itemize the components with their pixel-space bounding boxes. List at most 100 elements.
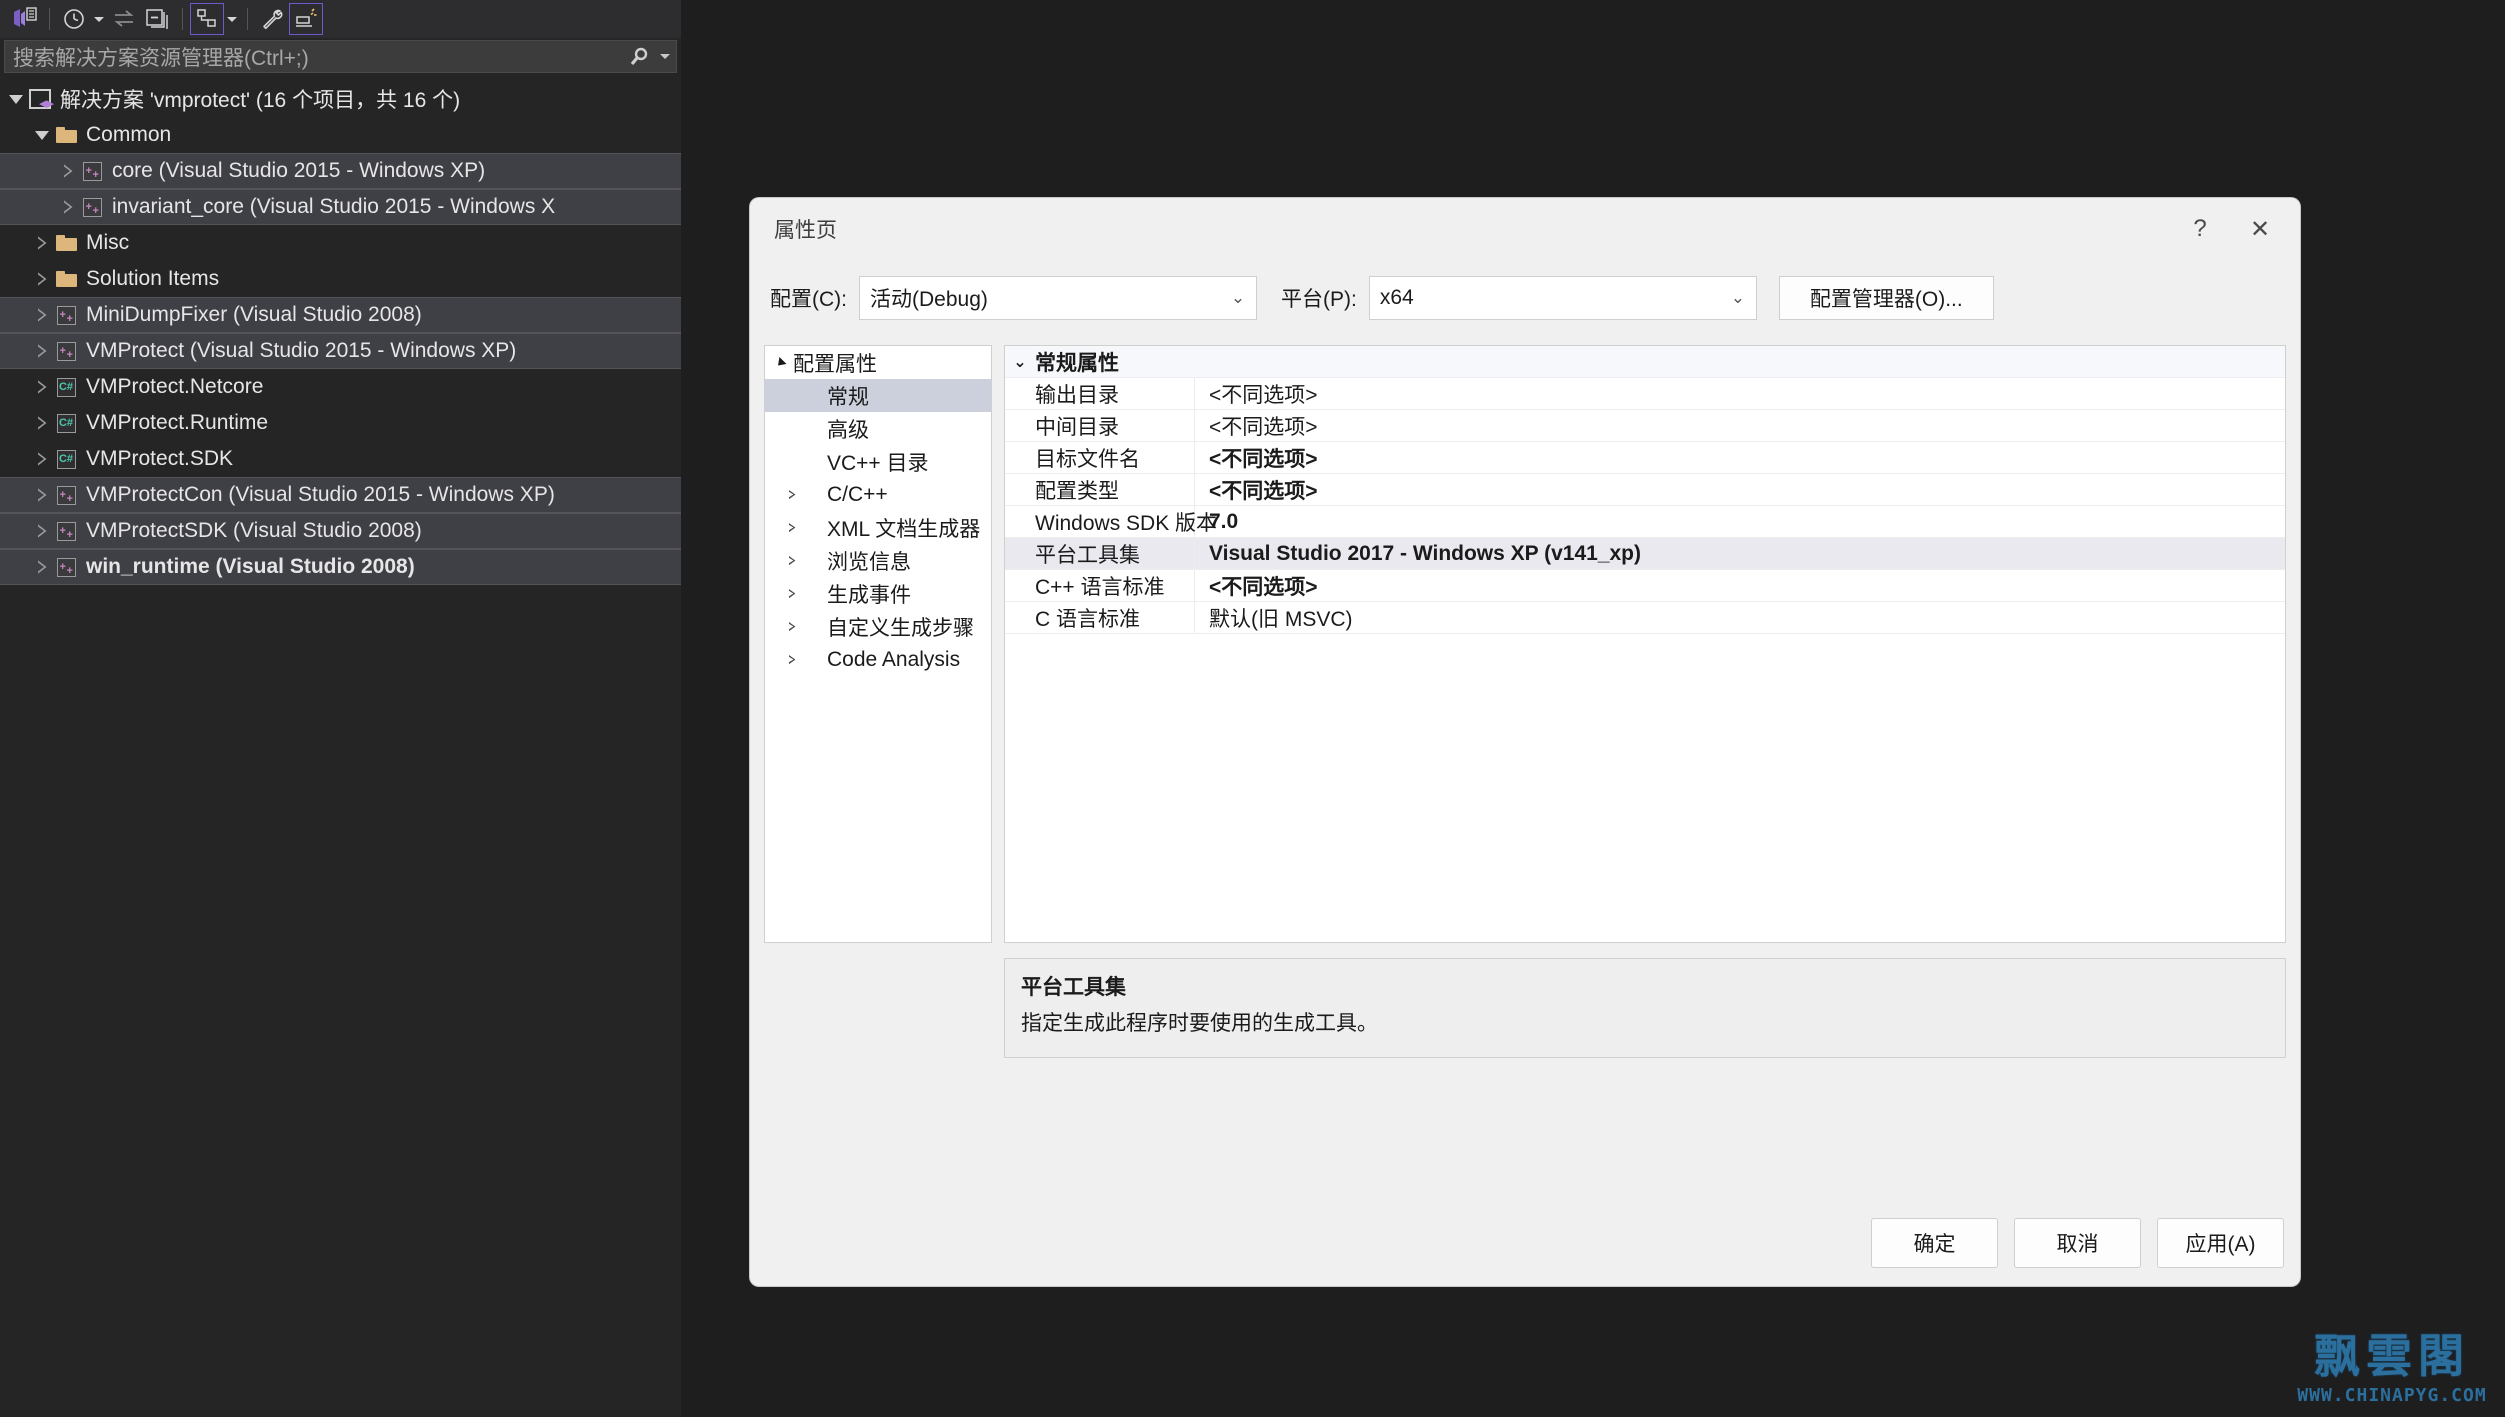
dialog-nav-item[interactable]: Code Analysis: [765, 643, 991, 676]
tree-item[interactable]: C# VMProtect.Runtime: [0, 405, 681, 441]
tree-item[interactable]: Misc: [0, 225, 681, 261]
clock-icon[interactable]: [57, 3, 91, 35]
expander-closed-icon[interactable]: [64, 164, 73, 178]
property-value[interactable]: 默认(旧 MSVC): [1195, 602, 2285, 633]
chevron-down-icon[interactable]: ⌄: [1720, 288, 1756, 308]
dialog-nav-item[interactable]: XML 文档生成器: [765, 511, 991, 544]
expander-closed-icon[interactable]: [38, 452, 47, 466]
tree-item[interactable]: + + core (Visual Studio 2015 - Windows XP): [0, 153, 681, 189]
property-row[interactable]: 目标文件名 <不同选项>: [1005, 442, 2285, 474]
tree-expander[interactable]: [58, 189, 78, 225]
nav-expander-icon[interactable]: [781, 622, 803, 632]
show-all-files-dropdown-icon[interactable]: [224, 3, 240, 35]
expander-closed-icon[interactable]: [38, 308, 47, 322]
expander-closed-icon[interactable]: [38, 344, 47, 358]
nav-expander-icon[interactable]: [781, 655, 803, 665]
tree-expander[interactable]: [6, 81, 26, 117]
property-value[interactable]: <不同选项>: [1195, 410, 2285, 441]
search-icon[interactable]: [624, 46, 654, 68]
tree-expander[interactable]: [32, 441, 52, 477]
nav-expander-icon[interactable]: [769, 356, 791, 369]
nav-expander-icon[interactable]: [781, 523, 803, 533]
tree-expander[interactable]: [32, 369, 52, 405]
expander-closed-icon[interactable]: [38, 488, 47, 502]
nav-expander-icon[interactable]: [781, 490, 803, 500]
expander-closed-icon[interactable]: [38, 560, 47, 574]
tree-item[interactable]: + + VMProtectSDK (Visual Studio 2008): [0, 513, 681, 549]
expander-closed-icon[interactable]: [38, 272, 47, 286]
tree-expander[interactable]: [32, 405, 52, 441]
property-value[interactable]: <不同选项>: [1195, 378, 2285, 409]
property-row[interactable]: 配置类型 <不同选项>: [1005, 474, 2285, 506]
apply-button[interactable]: 应用(A): [2157, 1218, 2284, 1268]
expander-closed-icon[interactable]: [38, 416, 47, 430]
tree-item[interactable]: Common: [0, 117, 681, 153]
wrench-icon[interactable]: [255, 3, 289, 35]
tree-item[interactable]: + + win_runtime (Visual Studio 2008): [0, 549, 681, 585]
property-row[interactable]: 中间目录 <不同选项>: [1005, 410, 2285, 442]
property-value[interactable]: <不同选项>: [1195, 442, 2285, 473]
property-value[interactable]: <不同选项>: [1195, 570, 2285, 601]
expander-open-icon[interactable]: [9, 94, 23, 104]
expander-closed-icon[interactable]: [64, 200, 73, 214]
show-all-files-icon[interactable]: [190, 3, 224, 35]
platform-combobox[interactable]: x64 ⌄: [1368, 276, 1757, 320]
property-row[interactable]: Windows SDK 版本 7.0: [1005, 506, 2285, 538]
expander-closed-icon[interactable]: [38, 380, 47, 394]
clock-dropdown-icon[interactable]: [91, 3, 107, 35]
search-input[interactable]: 搜索解决方案资源管理器(Ctrl+;): [4, 40, 677, 73]
tree-item[interactable]: Solution Items: [0, 261, 681, 297]
tree-expander[interactable]: [32, 117, 52, 153]
tree-expander[interactable]: [32, 477, 52, 513]
dialog-nav-item[interactable]: 自定义生成步骤: [765, 610, 991, 643]
property-value[interactable]: 7.0: [1195, 506, 2285, 537]
help-button[interactable]: ?: [2172, 198, 2228, 260]
configuration-combobox[interactable]: 活动(Debug) ⌄: [859, 276, 1257, 320]
sync-icon[interactable]: [107, 3, 141, 35]
tree-item[interactable]: + + invariant_core (Visual Studio 2015 - W…: [0, 189, 681, 225]
dialog-nav-item[interactable]: 生成事件: [765, 577, 991, 610]
tree-expander[interactable]: [32, 513, 52, 549]
tree-item[interactable]: ◂▸ 解决方案 'vmprotect' (16 个项目，共 16 个): [0, 81, 681, 117]
tree-item[interactable]: C# VMProtect.SDK: [0, 441, 681, 477]
collapse-all-icon[interactable]: [141, 3, 175, 35]
tree-item[interactable]: + + VMProtectCon (Visual Studio 2015 - Win…: [0, 477, 681, 513]
tree-item[interactable]: + + VMProtect (Visual Studio 2015 - Window…: [0, 333, 681, 369]
tree-expander[interactable]: [32, 297, 52, 333]
property-value[interactable]: <不同选项>: [1195, 474, 2285, 505]
dialog-nav-item[interactable]: VC++ 目录: [765, 445, 991, 478]
dialog-nav-item[interactable]: C/C++: [765, 478, 991, 511]
property-row[interactable]: C 语言标准 默认(旧 MSVC): [1005, 602, 2285, 634]
chevron-down-icon[interactable]: ⌄: [1220, 288, 1256, 308]
dialog-nav-item[interactable]: 高级: [765, 412, 991, 445]
search-options-dropdown-icon[interactable]: [654, 54, 676, 59]
property-category-header[interactable]: ⌄ 常规属性: [1005, 346, 2285, 378]
tree-expander[interactable]: [32, 549, 52, 585]
expander-open-icon[interactable]: [35, 130, 49, 140]
property-row[interactable]: 平台工具集 Visual Studio 2017 - Windows XP (v1…: [1005, 538, 2285, 570]
configuration-manager-button[interactable]: 配置管理器(O)...: [1778, 276, 1994, 320]
nav-expander-icon[interactable]: [781, 556, 803, 566]
property-row[interactable]: 输出目录 <不同选项>: [1005, 378, 2285, 410]
tree-item[interactable]: + + MiniDumpFixer (Visual Studio 2008): [0, 297, 681, 333]
tree-expander[interactable]: [32, 261, 52, 297]
nav-expander-icon[interactable]: [781, 589, 803, 599]
close-icon[interactable]: ✕: [2228, 198, 2292, 260]
expander-closed-icon[interactable]: [38, 524, 47, 538]
cancel-button[interactable]: 取消: [2014, 1218, 2141, 1268]
property-value[interactable]: Visual Studio 2017 - Windows XP (v141_xp…: [1195, 538, 2285, 569]
chevron-down-icon[interactable]: ⌄: [1005, 352, 1035, 372]
dialog-nav-item[interactable]: 浏览信息: [765, 544, 991, 577]
tree-item[interactable]: C# VMProtect.Netcore: [0, 369, 681, 405]
tree-expander[interactable]: [58, 153, 78, 189]
preview-selected-items-icon[interactable]: [289, 3, 323, 35]
ok-button[interactable]: 确定: [1871, 1218, 1998, 1268]
tree-expander[interactable]: [32, 225, 52, 261]
tree-expander[interactable]: [32, 333, 52, 369]
vs-home-icon[interactable]: [8, 3, 42, 35]
expander-closed-icon[interactable]: [38, 236, 47, 250]
property-row[interactable]: C++ 语言标准 <不同选项>: [1005, 570, 2285, 602]
dialog-nav-item[interactable]: 常规: [765, 379, 991, 412]
dialog-footer: 确定 取消 应用(A): [1871, 1218, 2284, 1268]
dialog-nav-item[interactable]: 配置属性: [765, 346, 991, 379]
